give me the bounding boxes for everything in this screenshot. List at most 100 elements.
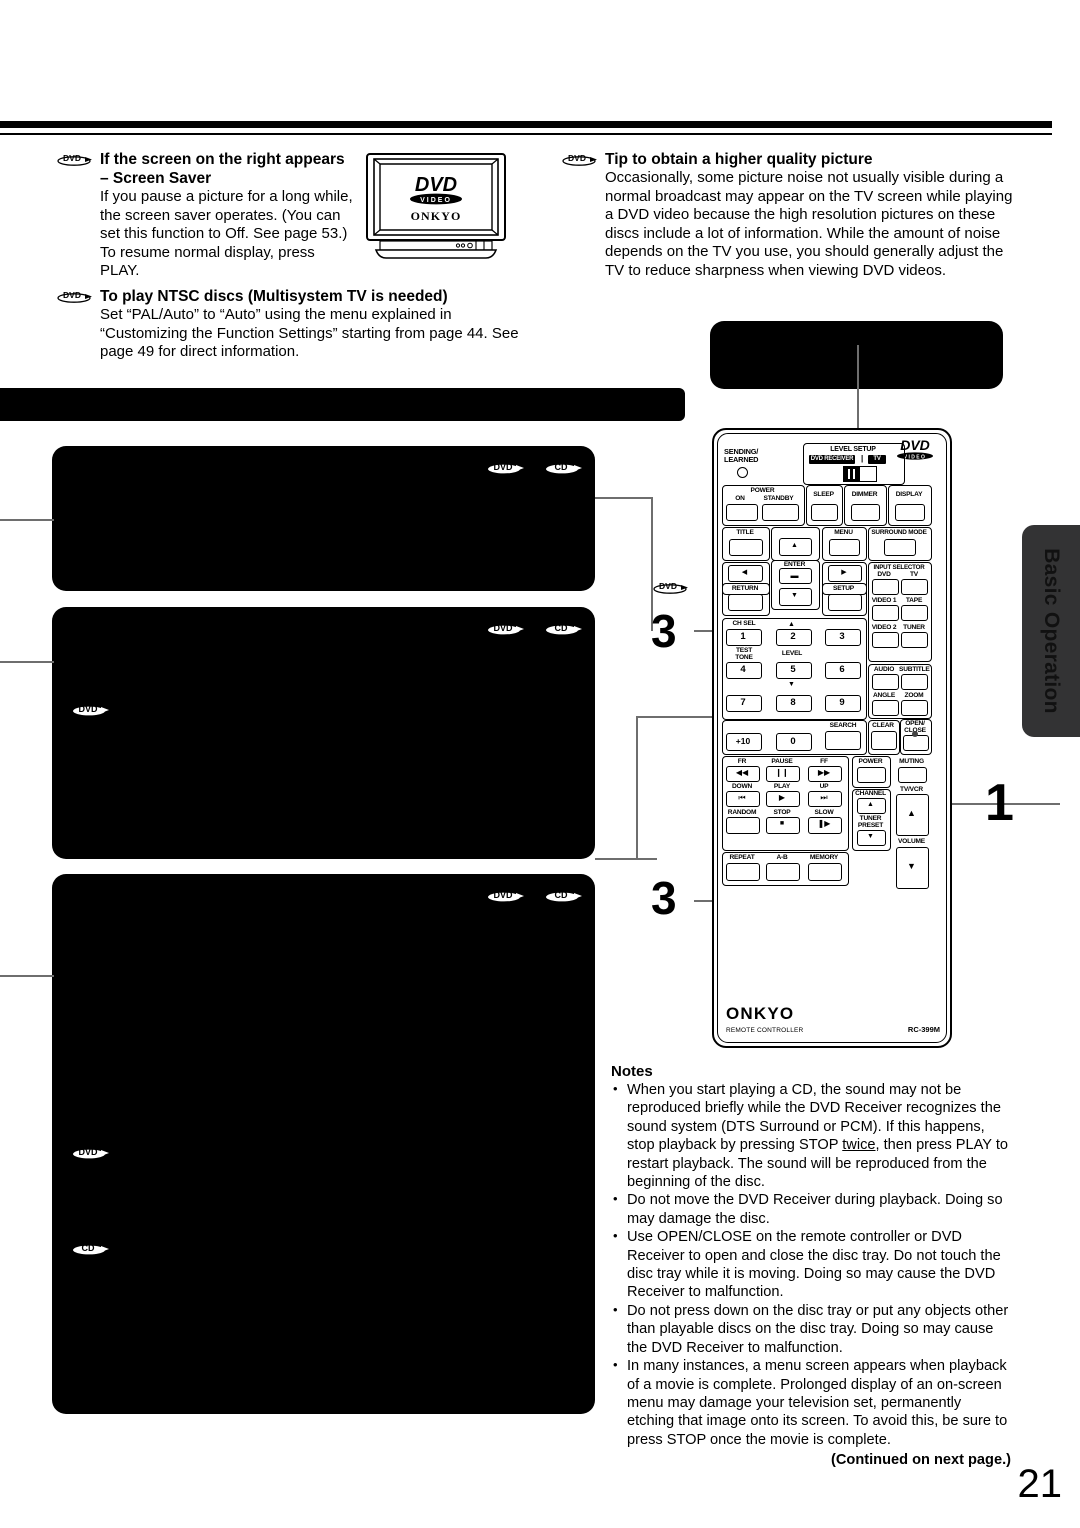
stop-icon: ■ <box>779 820 785 827</box>
audio-label: AUDIO <box>873 666 895 673</box>
svg-text:VIDEO: VIDEO <box>904 454 927 460</box>
fr-label: FR <box>737 758 747 765</box>
video2-label: VIDEO 2 <box>871 624 897 631</box>
arrow-down-icon: ▼ <box>867 833 874 840</box>
level-setup-divider: | <box>860 454 864 463</box>
tape-button[interactable] <box>901 605 928 621</box>
svg-text:DVD: DVD <box>659 581 677 591</box>
tip-screen-saver: DVD If the screen on the right appears –… <box>55 150 355 281</box>
arrow-down-icon: ▼ <box>907 861 916 871</box>
arrow-right-icon: ▶ <box>841 569 847 576</box>
svg-text:DVD: DVD <box>568 153 586 163</box>
muting-button[interactable] <box>898 767 927 783</box>
random-button[interactable] <box>726 817 760 834</box>
ch-sel-label: CH SEL <box>732 620 756 627</box>
leader-line <box>595 497 653 499</box>
angle-button[interactable] <box>872 700 899 716</box>
key-2-label: 2 <box>790 631 796 642</box>
display-label: DISPLAY <box>895 491 923 498</box>
clear-button[interactable] <box>871 731 897 750</box>
tv-screen-illustration: DVD VIDEO ONKYO <box>366 152 506 262</box>
dvd-badge-icon: DVD <box>55 150 93 167</box>
title-button[interactable] <box>729 539 763 556</box>
notes-list: When you start playing a CD, the sound m… <box>611 1080 1011 1449</box>
repeat-button[interactable] <box>726 863 760 881</box>
key-0-label: 0 <box>790 736 796 747</box>
angle-label: ANGLE <box>872 692 896 699</box>
audio-button[interactable] <box>872 674 899 690</box>
input-tv-button[interactable] <box>901 579 928 595</box>
redacted-step-block-3: DVD CD DVD CD <box>52 874 595 1414</box>
leader-line <box>0 661 54 663</box>
subtitle-label: SUBTITLE <box>899 666 930 673</box>
svg-text:DVD: DVD <box>493 890 513 900</box>
arrow-up-icon: ▲ <box>867 801 874 808</box>
dvd-badge-icon: DVD <box>651 578 689 600</box>
video1-button[interactable] <box>872 605 899 621</box>
open-close-button[interactable] <box>903 735 929 751</box>
tip-heading: To play NTSC discs (Multisystem TV is ne… <box>100 288 448 305</box>
level-setup-switch[interactable] <box>843 466 877 482</box>
power2-label: POWER <box>858 758 883 765</box>
surround-mode-label: SURROUND MODE <box>871 529 927 536</box>
memory-button[interactable] <box>808 863 842 881</box>
callout-step-3a: 3 <box>651 605 677 657</box>
sleep-label: SLEEP <box>813 491 834 498</box>
subtitle-button[interactable] <box>901 674 928 690</box>
video2-button[interactable] <box>872 632 899 648</box>
power2-button[interactable] <box>857 767 886 783</box>
power-standby-button[interactable] <box>762 504 799 521</box>
ab-button[interactable] <box>766 863 800 881</box>
channel-label: CHANNEL <box>855 790 886 797</box>
sleep-button[interactable] <box>811 504 838 521</box>
power-on-button[interactable] <box>726 504 758 521</box>
power-group-label: POWER <box>750 487 775 494</box>
model-number: RC-399M <box>907 1025 940 1034</box>
volume-label: VOLUME <box>897 838 925 845</box>
setup-button[interactable] <box>828 594 862 611</box>
tip-heading: Tip to obtain a higher quality picture <box>605 151 873 168</box>
svg-text:DVD: DVD <box>78 1147 98 1157</box>
page-number: 21 <box>1017 1462 1063 1506</box>
arrow-up-icon: ▲ <box>791 542 798 549</box>
svg-text:DVD: DVD <box>63 290 81 300</box>
random-label: RANDOM <box>727 809 757 816</box>
tuner-button[interactable] <box>901 632 928 648</box>
search-button[interactable] <box>825 731 861 750</box>
input-dvd-button[interactable] <box>872 579 899 595</box>
zoom-button[interactable] <box>901 700 928 716</box>
level-label: LEVEL <box>781 650 803 657</box>
dvd-badge-icon: DVD <box>70 700 110 723</box>
tip-body: If you pause a picture for a long while,… <box>100 188 353 280</box>
pause-icon: ❙❙ <box>775 768 789 777</box>
input-dvd-label: DVD <box>877 571 891 578</box>
menu-button[interactable] <box>829 539 860 556</box>
return-button[interactable] <box>728 594 763 611</box>
cd-badge-icon: CD <box>70 1239 110 1262</box>
slow-icon: ❚▶ <box>817 819 831 828</box>
led-indicator-icon <box>737 467 748 478</box>
note-item: Do not move the DVD Receiver during play… <box>611 1190 1011 1228</box>
cd-badge-icon: CD <box>543 619 583 642</box>
redacted-step-block-2: DVD CD DVD <box>52 607 595 859</box>
svg-text:ONKYO: ONKYO <box>411 209 462 223</box>
arrow-left-icon: ◀ <box>741 569 748 576</box>
video1-label: VIDEO 1 <box>871 597 897 604</box>
arrow-up-icon: ▲ <box>907 808 916 818</box>
key-4-label: 4 <box>740 664 746 675</box>
tip-heading: If the screen on the right appears <box>100 151 345 168</box>
level-setup-title: LEVEL SETUP <box>830 446 876 453</box>
svg-text:DVD: DVD <box>493 623 513 633</box>
clear-label: CLEAR <box>872 722 894 729</box>
svg-text:CD: CD <box>555 623 568 633</box>
surround-mode-button[interactable] <box>884 539 916 556</box>
key-1-label: 1 <box>740 631 746 642</box>
dvd-badge-icon: DVD <box>485 458 525 481</box>
pause-label: PAUSE <box>771 758 793 765</box>
dvd-badge-icon: DVD <box>55 287 93 304</box>
display-button[interactable] <box>895 504 925 521</box>
key-8-label: 8 <box>790 697 796 708</box>
dvd-badge-icon: DVD <box>560 150 598 167</box>
dimmer-button[interactable] <box>851 504 880 521</box>
muting-label: MUTING <box>899 758 924 765</box>
